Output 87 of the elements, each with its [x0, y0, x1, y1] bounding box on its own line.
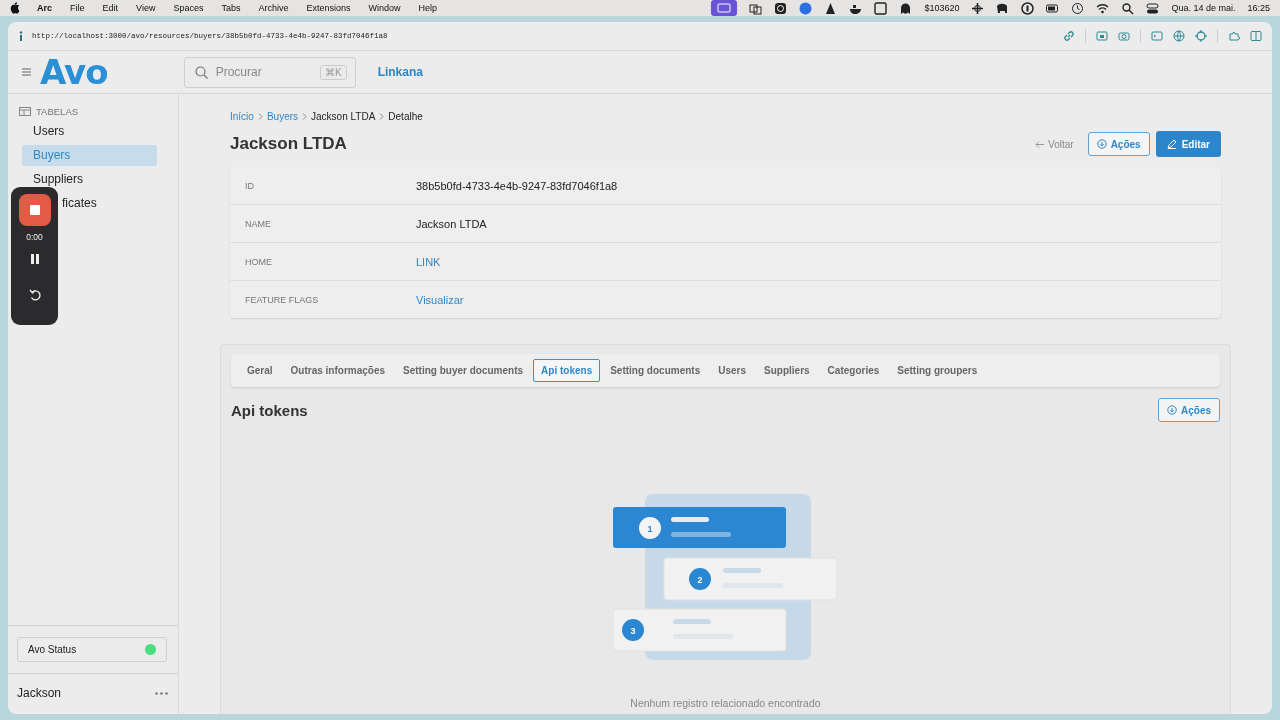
search-input[interactable]: Procurar: [215, 65, 312, 79]
menu-item[interactable]: Tabs: [221, 3, 241, 13]
app-name-menu[interactable]: Arc: [37, 3, 52, 13]
menu-item[interactable]: Spaces: [173, 3, 204, 13]
tab[interactable]: Setting groupers: [889, 359, 986, 382]
empty-state-text: Nenhum registro relacionado encontrado: [630, 697, 821, 709]
menu-item[interactable]: Extensions: [306, 3, 351, 13]
tab[interactable]: Users: [710, 359, 755, 382]
chevron-icon: [379, 112, 385, 120]
restart-icon[interactable]: [28, 288, 41, 301]
table-icon: [19, 107, 31, 116]
user-name: Jackson: [17, 686, 62, 700]
tab[interactable]: Setting buyer documents: [395, 359, 532, 382]
search-icon[interactable]: [1121, 1, 1135, 15]
cone-icon[interactable]: [824, 1, 838, 15]
status-text[interactable]: $103620: [924, 3, 960, 13]
chevron-icon: [302, 112, 308, 120]
actions-button[interactable]: Ações: [1087, 132, 1150, 156]
shortcut-key: ⌘K: [319, 64, 347, 80]
workspace-link[interactable]: Linkana: [377, 65, 423, 79]
sidebar-item[interactable]: Buyers: [22, 145, 157, 166]
tab[interactable]: Setting documents: [602, 359, 709, 382]
battery-icon[interactable]: [1046, 1, 1060, 15]
sidebar-item[interactable]: ficates: [62, 193, 97, 214]
apple-icon: [10, 2, 21, 14]
tab[interactable]: Outras informações: [282, 359, 394, 382]
download-circle-icon: [1167, 405, 1177, 415]
screenshot-icon[interactable]: [1096, 30, 1108, 42]
breadcrumb-link[interactable]: Início: [230, 110, 254, 122]
page-title: Jackson LTDA: [230, 134, 348, 154]
field-link[interactable]: Visualizar: [416, 293, 464, 306]
control-center-icon[interactable]: [1146, 1, 1160, 15]
menubar-time[interactable]: 16:25: [1247, 3, 1270, 13]
field-link[interactable]: LINK: [416, 255, 441, 268]
edit-button[interactable]: Editar: [1155, 131, 1221, 157]
menu-item[interactable]: Edit: [102, 3, 119, 13]
download-circle-icon: [1096, 139, 1107, 149]
section-label: TABELAS: [36, 106, 79, 117]
link-icon[interactable]: [1063, 30, 1075, 42]
section-title: Api tokens: [231, 401, 308, 419]
field-value: 38b5b0fd-4733-4e4b-9247-83fd7046f1a8: [416, 179, 618, 192]
camera-icon[interactable]: [1118, 30, 1130, 42]
pencil-icon: [1166, 139, 1177, 149]
step-number: 1: [647, 523, 652, 534]
actions-button[interactable]: Ações: [1158, 398, 1220, 422]
target-icon[interactable]: [1195, 30, 1207, 42]
ghost-icon[interactable]: [899, 1, 913, 15]
screen-share-icon[interactable]: [711, 0, 738, 16]
menu-item[interactable]: File: [70, 3, 85, 13]
breadcrumb-text: Jackson LTDA: [311, 110, 376, 122]
globe-icon[interactable]: [1173, 30, 1185, 42]
status-button[interactable]: Avo Status: [17, 637, 167, 662]
tab[interactable]: Api tokens: [533, 359, 601, 382]
breadcrumb-link[interactable]: Buyers: [266, 110, 299, 122]
step-number: 3: [630, 625, 635, 636]
field-label: HOME: [244, 256, 273, 267]
sidebar-item[interactable]: Users: [22, 121, 157, 142]
clock-icon[interactable]: [1071, 1, 1085, 15]
more-icon[interactable]: [155, 691, 168, 695]
breadcrumb-text: Detalhe: [388, 110, 423, 122]
back-link[interactable]: Voltar: [1035, 138, 1074, 150]
tab[interactable]: Suppliers: [756, 359, 818, 382]
wifi-icon[interactable]: [1096, 1, 1110, 15]
stop-button[interactable]: [18, 194, 51, 226]
window-icon[interactable]: [749, 1, 763, 15]
logo[interactable]: Avo: [40, 55, 108, 89]
info-icon[interactable]: [18, 31, 24, 41]
menu-item[interactable]: Window: [368, 3, 401, 13]
menu-item[interactable]: Help: [418, 3, 438, 13]
tab[interactable]: Categories: [819, 359, 888, 382]
tab[interactable]: Geral: [239, 359, 281, 382]
field-label: ID: [244, 180, 255, 191]
menu-item[interactable]: Archive: [258, 3, 289, 13]
arrow-left-icon: [1035, 140, 1045, 148]
field-label: NAME: [244, 218, 272, 229]
sidebar-item[interactable]: Suppliers: [22, 169, 157, 190]
menu-item[interactable]: View: [136, 3, 156, 13]
search-icon: [194, 65, 208, 79]
step-number: 2: [697, 574, 702, 585]
move-icon[interactable]: [971, 1, 985, 15]
field-label: FEATURE FLAGS: [244, 294, 320, 305]
recording-time: 0:00: [26, 232, 43, 242]
sidebar-icon[interactable]: [1250, 30, 1262, 42]
chevron-icon: [257, 112, 263, 120]
pause-icon[interactable]: [30, 254, 39, 264]
field-value: Jackson LTDA: [416, 217, 487, 230]
menubar-date[interactable]: Qua. 14 de mai.: [1171, 3, 1236, 13]
